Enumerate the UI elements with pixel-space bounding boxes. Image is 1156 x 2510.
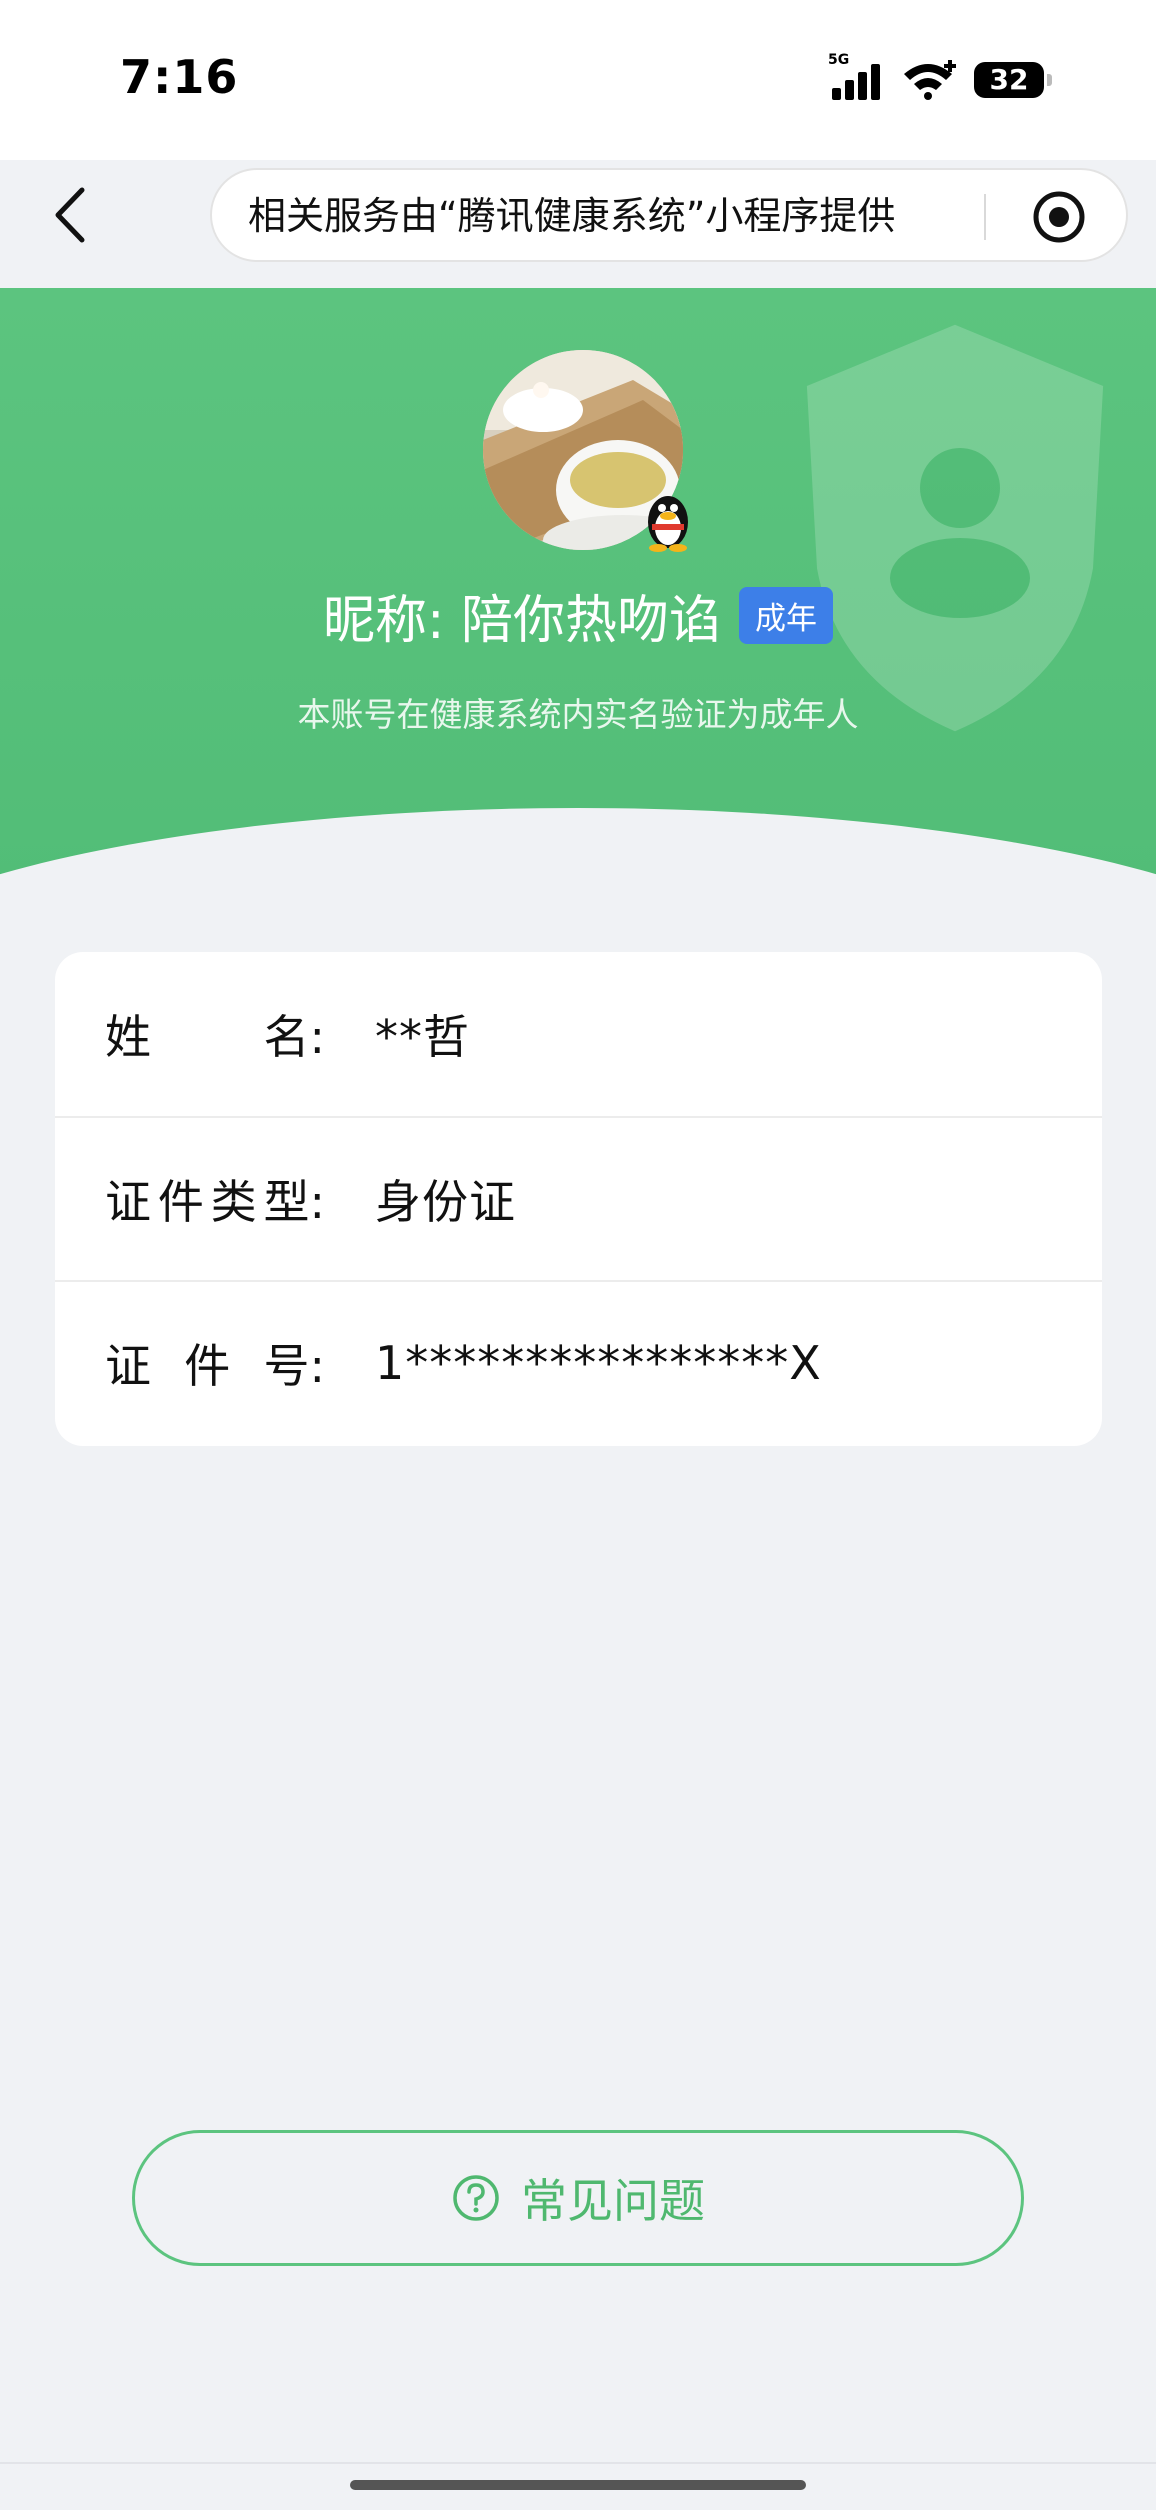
- mini-program-capsule[interactable]: 相关服务由“腾讯健康系统”小程序提供: [210, 168, 1128, 262]
- record-target-icon[interactable]: [1032, 190, 1086, 244]
- info-row-label: 证 件 类 型:: [105, 1175, 325, 1229]
- header-curve: [0, 808, 1156, 888]
- status-bar: 7:16 5G 32: [0, 0, 1156, 160]
- status-time: 7:16: [120, 50, 239, 104]
- info-row-label: 证 件 号:: [105, 1339, 325, 1393]
- info-row-value: 1****************X: [375, 1336, 822, 1390]
- info-row-label: 姓 名:: [105, 1010, 325, 1064]
- nickname: 昵称: 陪你热吻谄: [322, 591, 722, 651]
- info-row-id-number: 证 件 号: 1****************X: [55, 1280, 1102, 1444]
- home-indicator[interactable]: [350, 2480, 806, 2490]
- back-button[interactable]: [40, 180, 100, 250]
- info-row-name: 姓 名: **哲: [55, 952, 1102, 1116]
- service-provider-text: 相关服务由“腾讯健康系统”小程序提供: [248, 194, 896, 238]
- info-row-value: **哲: [375, 1010, 470, 1064]
- faq-button[interactable]: 常见问题: [132, 2130, 1024, 2266]
- page: 7:16 5G 32 相关服务由“腾讯健康系统”小程序提供 昵称: 陪你热吻谄 …: [0, 0, 1156, 2510]
- battery-icon: 32: [974, 62, 1052, 98]
- wifi-icon: [904, 60, 956, 100]
- bottom-divider: [0, 2462, 1156, 2464]
- network-type: 5G: [828, 52, 850, 68]
- faq-label: 常见问题: [521, 2174, 705, 2228]
- chevron-left-icon: [55, 187, 85, 243]
- nickname-row: 昵称: 陪你热吻谄 成年: [0, 578, 1156, 653]
- shield-watermark-icon: [806, 324, 1104, 732]
- capsule-divider: [984, 194, 986, 240]
- info-row-id-type: 证 件 类 型: 身份证: [55, 1116, 1102, 1280]
- verification-subtitle: 本账号在健康系统内实名验证为成年人: [297, 695, 859, 734]
- qq-penguin-icon: [648, 496, 688, 552]
- adult-badge: 成年: [739, 587, 834, 644]
- identity-info-card: 姓 名: **哲 证 件 类 型: 身份证 证 件 号: 1**********…: [55, 952, 1102, 1446]
- cellular-signal-icon: 5G: [828, 52, 884, 100]
- question-circle-icon: [453, 2175, 499, 2221]
- info-row-value: 身份证: [375, 1175, 516, 1229]
- profile-header: 昵称: 陪你热吻谄 成年 本账号在健康系统内实名验证为成年人: [0, 288, 1156, 888]
